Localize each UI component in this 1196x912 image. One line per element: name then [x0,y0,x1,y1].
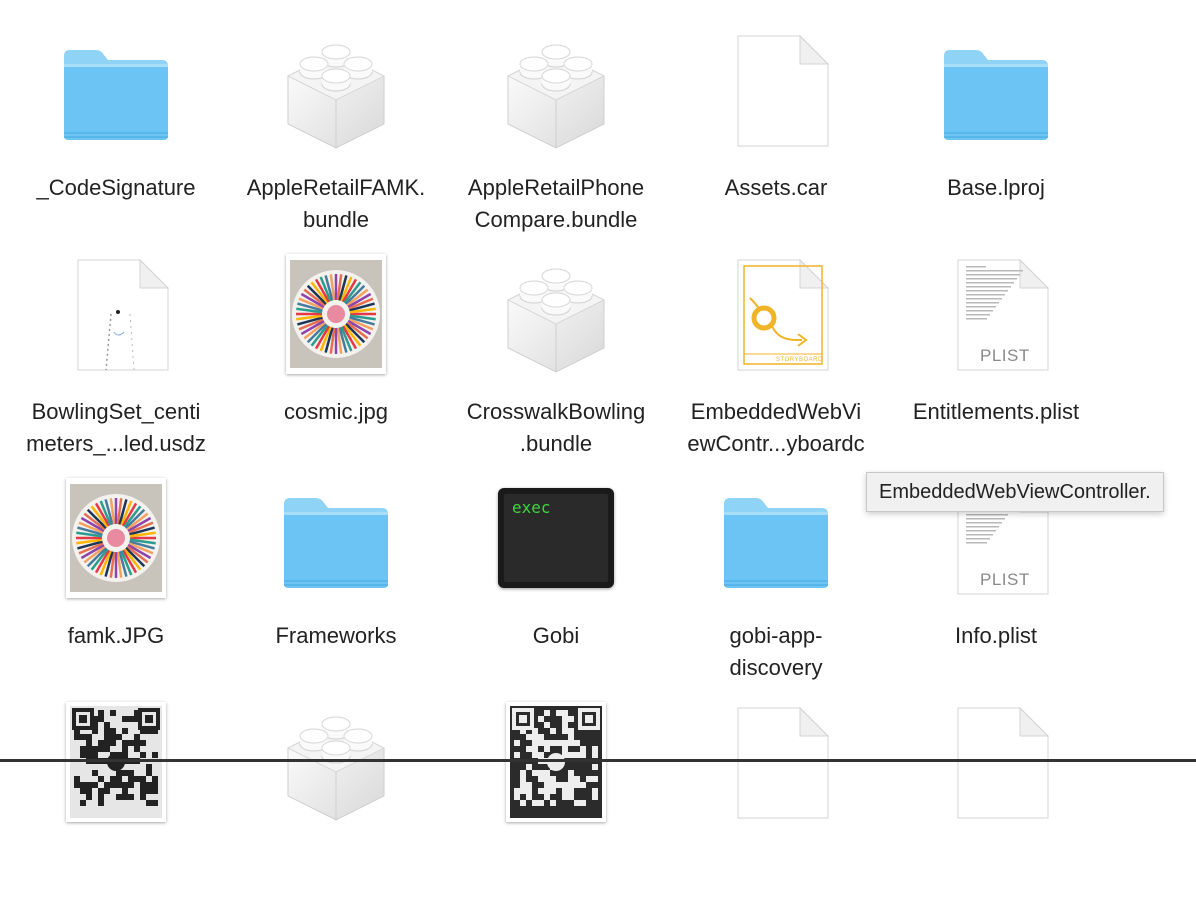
file-name-label: Entitlements.plist [912,399,1080,424]
document-icon[interactable] [936,702,1056,822]
bundle-icon[interactable] [276,702,396,822]
bundle-icon[interactable] [496,30,616,150]
file-name-label: gobi-app-discovery [729,623,823,680]
qr-image-thumbnail[interactable] [496,702,616,822]
file-name-label: Frameworks [275,623,397,648]
file-name-label: Gobi [532,623,580,648]
finder-icon-grid: _CodeSignature AppleRetailFAMK. bundle Appl… [0,0,1196,822]
file-item[interactable]: BowlingSet_centi meters_...led.usdz [6,240,226,464]
file-item[interactable]: PLIST Entitlements.plist [886,240,1106,464]
file-name-label: Info.plist [955,623,1037,648]
file-item[interactable]: _CodeSignature [6,16,226,240]
exec-label: exec [512,498,551,517]
file-item[interactable]: Assets.car [666,16,886,240]
file-name-label: Assets.car [724,175,828,200]
storyboard-tag-label: STORYBOARD [776,357,823,363]
file-name-label: famk.JPG [67,623,165,648]
document-icon[interactable] [716,30,836,150]
folder-icon[interactable] [716,478,836,598]
file-name-label: BowlingSet_centi meters_...led.usdz [26,399,206,456]
folder-icon[interactable] [936,30,1056,150]
file-name-label: AppleRetailPhone Compare.bundle [467,175,645,232]
file-name-label: cosmic.jpg [284,399,388,424]
bundle-icon[interactable] [496,254,616,374]
file-item[interactable]: CrosswalkBowling .bundle [446,240,666,464]
file-item[interactable]: famk.JPG [6,464,226,688]
file-name-label: _CodeSignature [36,175,196,200]
qr-image-thumbnail[interactable] [56,702,176,822]
image-thumbnail[interactable] [276,254,396,374]
file-item[interactable]: cosmic.jpg [226,240,446,464]
file-item[interactable]: STORYBOARD EmbeddedWebVi ewContr...yboardc [666,240,886,464]
file-item[interactable]: AppleRetailFAMK. bundle [226,16,446,240]
storyboard-file-icon[interactable]: STORYBOARD [716,254,836,374]
file-name-label: EmbeddedWebVi ewContr...yboardc [687,399,865,456]
file-item[interactable]: exec Gobi [446,464,666,688]
plist-file-icon[interactable]: PLIST [936,254,1056,374]
terminal-exec-icon[interactable]: exec [496,478,616,598]
file-item[interactable]: gobi-app-discovery [666,464,886,688]
folder-icon[interactable] [56,30,176,150]
plist-tag-label: PLIST [980,570,1030,589]
file-item[interactable]: AppleRetailPhone Compare.bundle [446,16,666,240]
plist-tag-label: PLIST [980,346,1030,365]
usdz-file-icon[interactable] [56,254,176,374]
folder-icon[interactable] [276,478,396,598]
file-item[interactable] [886,688,1106,912]
file-item[interactable] [666,688,886,912]
file-item[interactable] [6,688,226,912]
file-name-label: Base.lproj [947,175,1045,200]
file-name-label: CrosswalkBowling .bundle [466,399,646,456]
file-item[interactable] [226,688,446,912]
file-item[interactable]: Base.lproj [886,16,1106,240]
bundle-icon[interactable] [276,30,396,150]
file-item[interactable] [446,688,666,912]
filename-tooltip: EmbeddedWebViewController. [866,472,1164,512]
document-icon[interactable] [716,702,836,822]
image-thumbnail[interactable] [56,478,176,598]
file-item[interactable]: Frameworks [226,464,446,688]
file-name-label: AppleRetailFAMK. bundle [246,175,426,232]
